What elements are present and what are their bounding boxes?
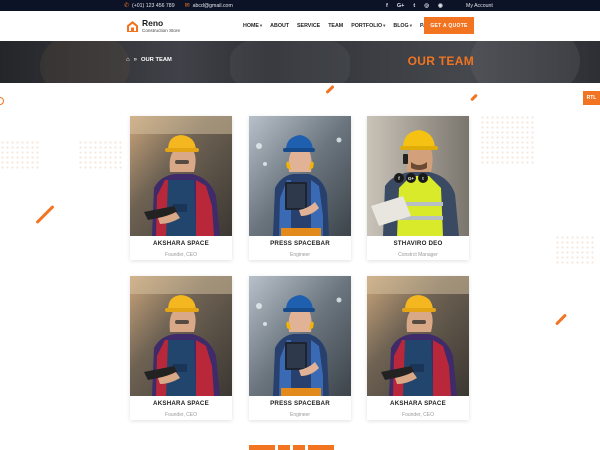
nav-about[interactable]: ABOUT	[270, 23, 289, 29]
main-nav: HOME ▾ ABOUT SERVICE TEAM PORTFOLIO ▾ BLOG…	[243, 11, 438, 41]
team-member-name[interactable]: PRESS SPACEBAR	[249, 240, 351, 247]
nav-portfolio[interactable]: PORTFOLIO ▾	[351, 23, 385, 29]
pagination	[249, 445, 334, 450]
nav-about-label: ABOUT	[270, 23, 290, 29]
nav-blog[interactable]: BLOG ▾	[393, 23, 412, 29]
contact-info: ✆ (+01) 123 456 789 ✉ abcd@gmail.com	[124, 0, 233, 11]
breadcrumb-separator: »	[133, 57, 137, 63]
nav-service[interactable]: SERVICE	[297, 23, 320, 29]
decorative-dots	[0, 140, 40, 170]
decorative-stroke	[35, 204, 55, 225]
rss-icon[interactable]: ◉	[438, 3, 443, 9]
breadcrumb-current: OUR TEAM	[140, 57, 172, 63]
female-worker-tablet-image	[130, 116, 232, 236]
team-photo	[130, 276, 232, 396]
team-card[interactable]: PRESS SPACEBAR Engineer	[249, 276, 351, 420]
decorative-dots	[555, 235, 595, 265]
team-card[interactable]: AKSHARA SPACE Founder, CEO	[130, 116, 232, 260]
nav-team[interactable]: TEAM	[328, 23, 343, 29]
nav-home[interactable]: HOME ▾	[243, 23, 262, 29]
decorative-dots	[78, 140, 123, 170]
breadcrumb: ⌂ » OUR TEAM	[126, 57, 172, 63]
team-photo	[249, 276, 351, 396]
team-photo	[249, 116, 351, 236]
team-member-role: Founder, CEO	[402, 412, 434, 418]
account-label: My Account	[466, 2, 493, 9]
phone-icon: ✆	[124, 3, 130, 9]
team-member-role: Engineer	[289, 252, 310, 258]
page-button[interactable]	[293, 445, 305, 450]
page-button[interactable]	[249, 445, 275, 450]
twitter-icon[interactable]: t	[413, 3, 415, 9]
nav-blog-label: BLOG	[393, 23, 409, 29]
chevron-down-icon: ▾	[409, 23, 412, 28]
social-links: f G+ t ◎ ◉	[386, 0, 443, 11]
twitter-icon[interactable]: t	[418, 173, 428, 183]
decorative-ring	[0, 97, 4, 105]
decorative-dots	[480, 115, 535, 165]
female-worker-tablet-image	[130, 276, 232, 396]
facebook-icon[interactable]: f	[386, 3, 388, 9]
team-member-name[interactable]: AKSHARA SPACE	[130, 240, 232, 247]
team-photo	[367, 276, 469, 396]
house-logo-icon	[127, 20, 138, 32]
female-worker-clipboard-image	[249, 116, 351, 236]
email-address: abcd@gmail.com	[192, 2, 233, 9]
team-card[interactable]: f G+ t STHAVIRO DEO Constrct Manager	[367, 116, 469, 260]
phone-contact[interactable]: ✆ (+01) 123 456 789	[124, 2, 175, 10]
nav-team-label: TEAM	[328, 23, 344, 29]
team-member-name[interactable]: PRESS SPACEBAR	[249, 400, 351, 407]
team-member-role: Constrct Manager	[398, 252, 438, 258]
nav-portfolio-label: PORTFOLIO	[351, 23, 383, 29]
female-worker-tablet-image	[367, 276, 469, 396]
mail-icon: ✉	[184, 3, 190, 9]
facebook-icon[interactable]: f	[394, 173, 404, 183]
team-member-role: Founder, CEO	[165, 412, 197, 418]
get-a-quote-button[interactable]: GET A QUOTE	[424, 17, 474, 34]
team-photo	[130, 116, 232, 236]
decorative-stroke	[470, 93, 478, 102]
page-title: OUR TEAM	[407, 54, 474, 68]
team-member-name[interactable]: STHAVIRO DEO	[367, 240, 469, 247]
google-plus-icon[interactable]: G+	[397, 3, 405, 9]
site-header: Reno Construction Store HOME ▾ ABOUT SERV…	[0, 11, 600, 41]
social-hover-links: f G+ t	[394, 173, 428, 183]
team-member-name[interactable]: AKSHARA SPACE	[367, 400, 469, 407]
home-icon[interactable]: ⌂	[126, 57, 130, 63]
google-plus-icon[interactable]: G+	[406, 173, 416, 183]
page-banner: ⌂ » OUR TEAM OUR TEAM	[0, 41, 600, 83]
site-logo[interactable]: Reno Construction Store	[126, 19, 180, 33]
instagram-icon[interactable]: ◎	[424, 3, 429, 9]
email-contact[interactable]: ✉ abcd@gmail.com	[184, 2, 233, 10]
team-card[interactable]: AKSHARA SPACE Founder, CEO	[367, 276, 469, 420]
female-worker-clipboard-image	[249, 276, 351, 396]
team-card[interactable]: PRESS SPACEBAR Engineer	[249, 116, 351, 260]
nav-service-label: SERVICE	[297, 23, 321, 29]
logo-text: Reno Construction Store	[142, 19, 180, 33]
decorative-stroke	[325, 84, 335, 95]
chevron-down-icon: ▾	[383, 23, 386, 28]
page-button[interactable]	[278, 445, 290, 450]
page-button[interactable]	[308, 445, 334, 450]
rtl-toggle[interactable]: RTL	[583, 91, 600, 105]
phone-number: (+01) 123 456 789	[132, 2, 175, 9]
team-member-name[interactable]: AKSHARA SPACE	[130, 400, 232, 407]
team-member-role: Engineer	[289, 412, 310, 418]
team-card[interactable]: AKSHARA SPACE Founder, CEO	[130, 276, 232, 420]
chevron-down-icon: ▾	[259, 23, 263, 28]
decorative-stroke	[554, 313, 568, 326]
top-bar: ✆ (+01) 123 456 789 ✉ abcd@gmail.com f G…	[0, 0, 600, 11]
brand-name: Reno	[142, 18, 164, 28]
team-member-role: Founder, CEO	[165, 252, 197, 258]
banner-overlay	[0, 41, 600, 83]
nav-home-label: HOME	[243, 23, 259, 29]
my-account-link[interactable]: My Account	[466, 0, 493, 11]
brand-tagline: Construction Store	[142, 27, 181, 33]
